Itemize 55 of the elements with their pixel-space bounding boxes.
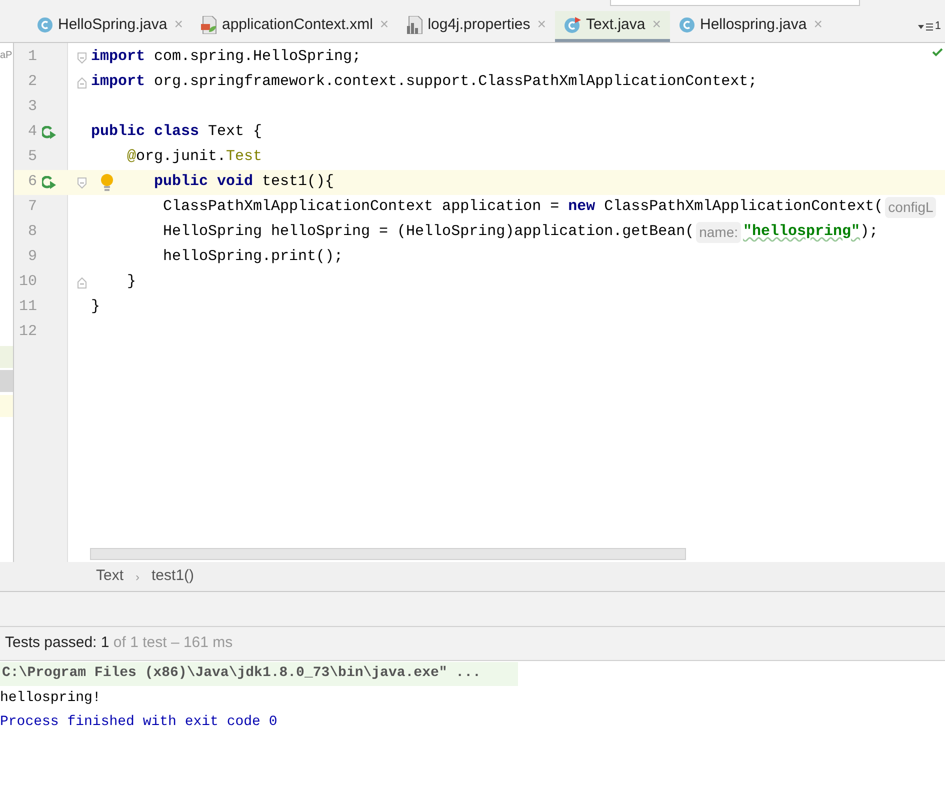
line-number: 10	[18, 272, 37, 292]
panel-row-highlight	[0, 395, 13, 417]
toolbar-field[interactable]	[610, 0, 860, 6]
horizontal-scrollbar[interactable]	[90, 548, 686, 560]
code-line: import com.spring.HelloSpring;	[91, 47, 362, 68]
file-tab[interactable]: Hellospring.java ×	[670, 11, 832, 42]
file-tab[interactable]: Text.java ×	[555, 11, 670, 42]
class-icon	[37, 17, 53, 33]
file-tab[interactable]: log4j.properties ×	[398, 11, 556, 42]
properties-file-icon	[406, 16, 423, 34]
xml-file-icon	[201, 16, 217, 34]
test-summary: Tests passed: 1 of 1 test – 161 ms	[5, 633, 233, 654]
fold-icon[interactable]	[77, 276, 87, 288]
line-number: 5	[26, 147, 37, 168]
fold-icon[interactable]	[77, 52, 87, 64]
code-line: }	[127, 272, 136, 292]
panel-row-highlight	[0, 346, 13, 368]
dropdown-icon[interactable]	[918, 24, 924, 28]
code-line: ClassPathXmlApplicationContext application = new ClassPathXmlApplicationContext( configL	[163, 196, 938, 219]
code-line: }	[91, 297, 100, 318]
line-number: 9	[26, 247, 37, 268]
breadcrumb-separator: ›	[136, 568, 140, 586]
file-tab[interactable]: HelloSpring.java ×	[28, 11, 192, 42]
code-line: helloSpring.print();	[163, 247, 344, 268]
line-number: 7	[26, 197, 37, 218]
line-number: 8	[26, 222, 37, 242]
line-number: 12	[18, 322, 37, 342]
line-number: 6	[26, 172, 37, 192]
line-number: 1	[26, 47, 37, 68]
code-line: import org.springframework.context.support.ClassPathXmlApplicationContext;	[91, 72, 758, 92]
lightbulb-icon[interactable]	[101, 174, 113, 192]
console-line: hellospring!	[0, 689, 101, 708]
fold-icon[interactable]	[77, 76, 87, 88]
panel-row-highlight	[0, 370, 13, 392]
list-icon	[926, 22, 933, 30]
breadcrumb[interactable]: Text	[96, 565, 124, 588]
code-line: @org.junit.Test	[127, 147, 262, 168]
class-icon	[678, 17, 695, 33]
line-number: 2	[26, 72, 37, 92]
file-tab[interactable]: applicationContext.xml ×	[192, 11, 398, 42]
line-number: 4	[26, 122, 37, 142]
fold-icon[interactable]	[77, 176, 87, 188]
code-line: HelloSpring helloSpring = (HelloSpring)application.getBean( name: "hellospring");	[163, 221, 878, 244]
run-icon[interactable]	[42, 176, 57, 190]
run-icon[interactable]	[42, 126, 57, 140]
breadcrumb[interactable]: test1()	[152, 565, 194, 588]
line-number: 3	[26, 97, 37, 118]
checkmark-icon	[932, 48, 943, 57]
code-line: public class Text {	[91, 122, 262, 142]
line-number: 11	[18, 297, 37, 318]
code-line: public void test1(){	[154, 172, 334, 192]
console-line: Process finished with exit code 0	[0, 713, 278, 732]
tab-count: 1	[934, 19, 941, 34]
test-class-icon	[564, 17, 582, 33]
panel-label: aP	[0, 49, 12, 63]
